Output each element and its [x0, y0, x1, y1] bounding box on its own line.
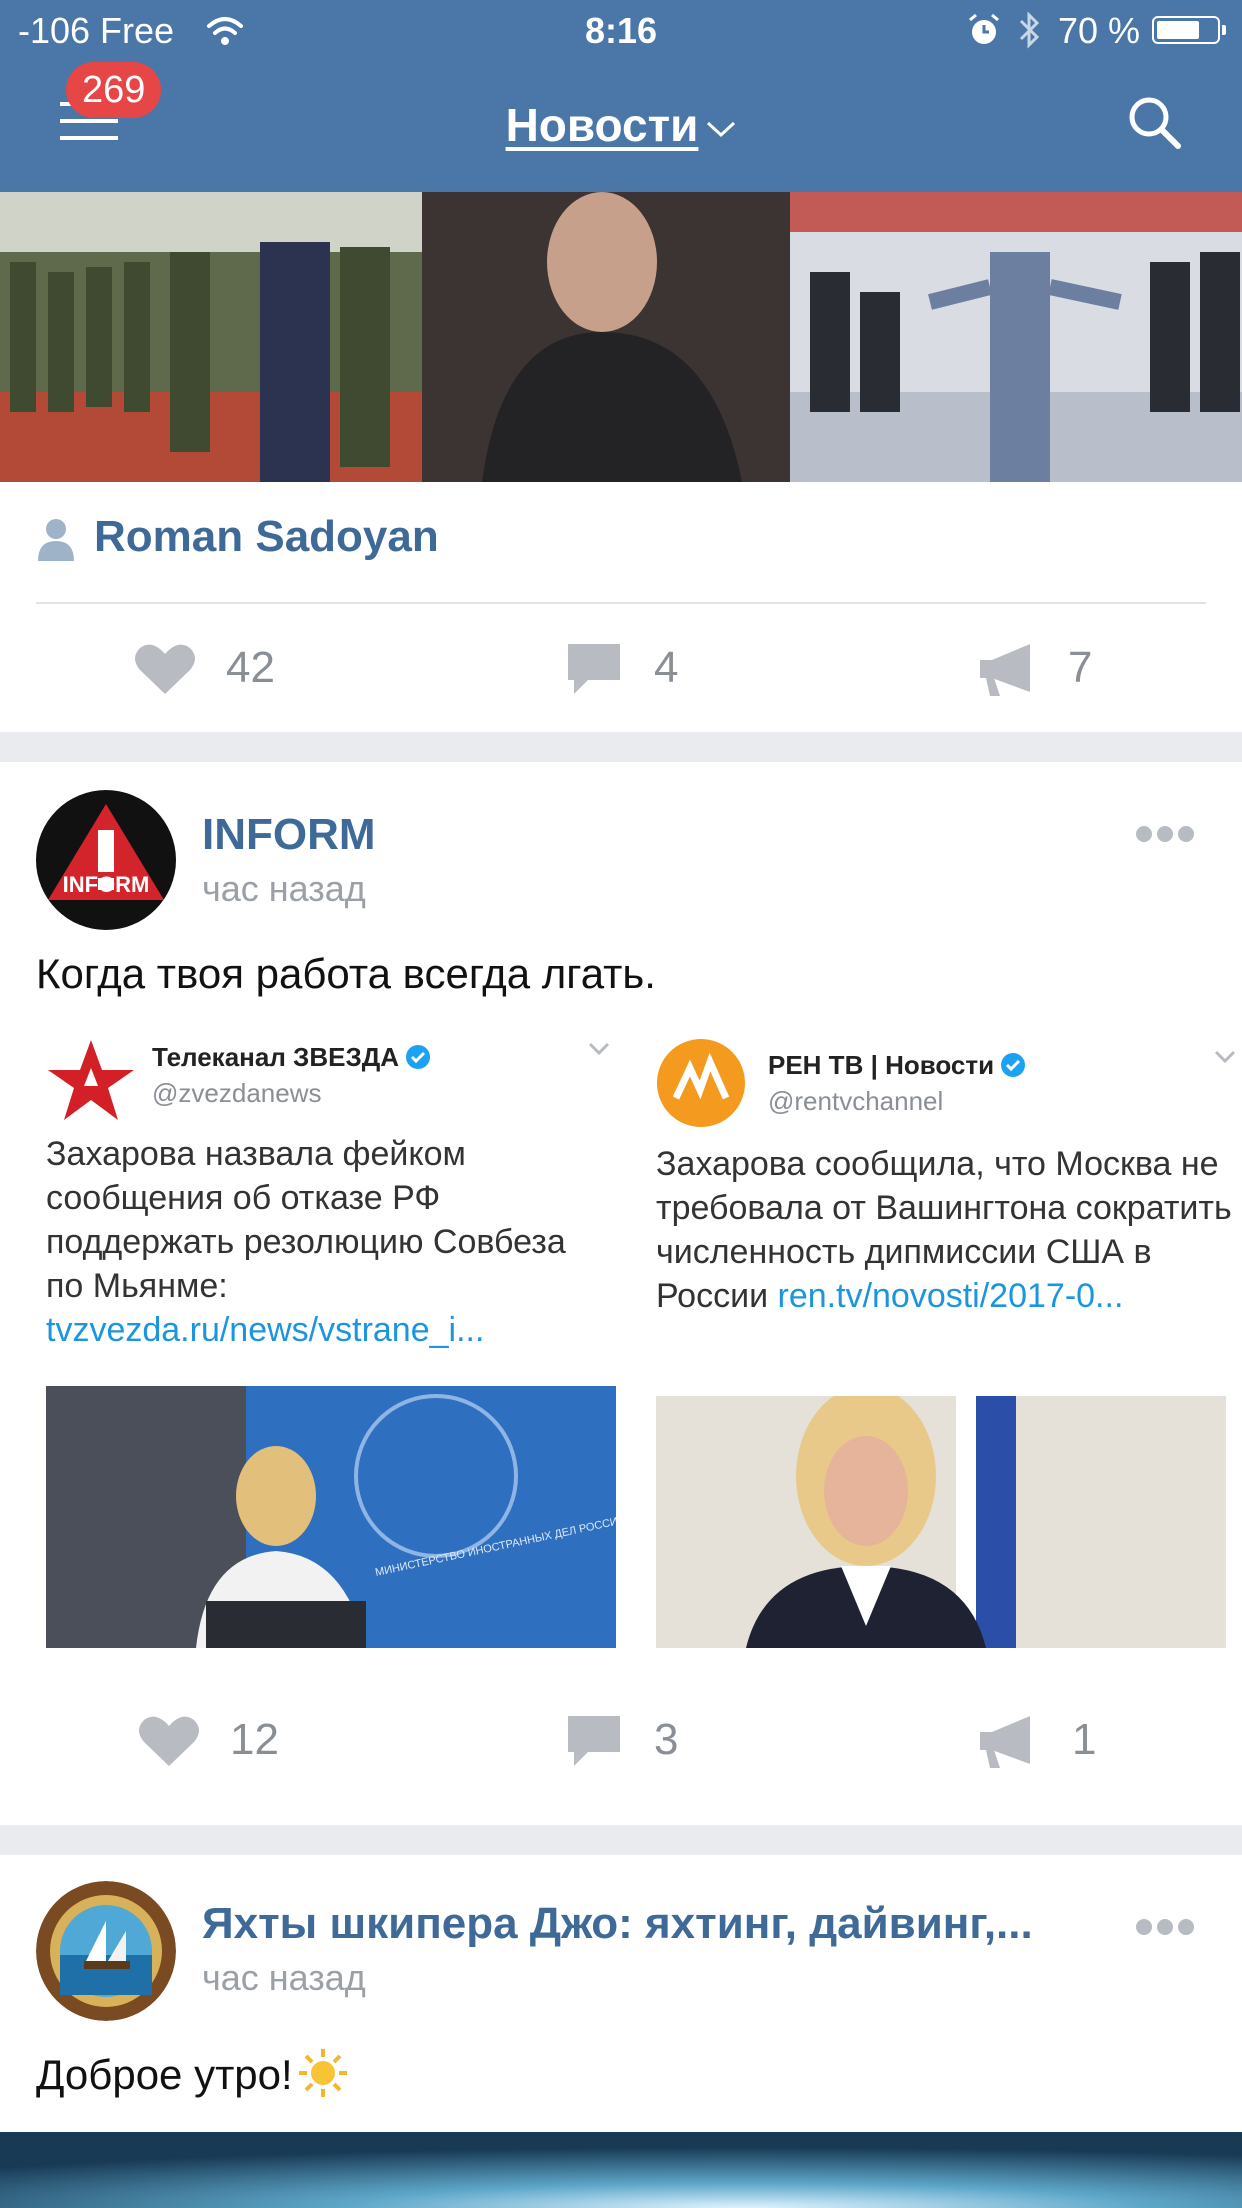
comment-button[interactable]: 4 [566, 628, 696, 708]
megaphone-icon [980, 1716, 1030, 1768]
post-author-link[interactable]: INFORM [202, 810, 1102, 860]
svg-text:INFORM: INFORM [63, 872, 150, 897]
photo-dancing[interactable] [790, 192, 1242, 482]
heart-icon [135, 644, 195, 694]
more-options-button[interactable] [1136, 824, 1194, 844]
comment-button[interactable]: 3 [566, 1700, 696, 1780]
search-icon[interactable] [1124, 92, 1184, 152]
bluetooth-icon [1019, 11, 1040, 49]
tweet-handle: @rentvchannel [768, 1086, 944, 1116]
more-dots-icon [1136, 1919, 1152, 1935]
press-briefing-photo: МИНИСТЕРСТВО ИНОСТРАННЫХ ДЕЛ РОССИЙСКОЙ … [46, 1386, 616, 1648]
sky-photo [0, 2132, 1242, 2208]
sun-emoji-icon [298, 2049, 347, 2097]
post-actions: 12 3 1 [0, 1700, 1242, 1780]
share-button[interactable]: 1 [978, 1700, 1108, 1780]
heart-icon [139, 1716, 199, 1766]
person-icon [38, 519, 74, 562]
post-card: INFORM INFORM час назад Когда твоя работ… [0, 762, 1242, 1825]
post-actions: 42 4 7 [0, 628, 1242, 708]
porthole-logo [36, 1881, 176, 2021]
post-text: Доброе утро! [36, 2047, 349, 2099]
post-card: Яхты шкипера Джо: яхтинг, дайвинг,... ча… [0, 1855, 1242, 2208]
like-button[interactable]: 42 [134, 628, 304, 708]
like-button[interactable]: 12 [138, 1700, 308, 1780]
clock-time: 8:16 [584, 10, 658, 51]
megaphone-icon [980, 644, 1030, 696]
tweet-author-name: РЕН ТВ | Новости [768, 1050, 1026, 1081]
chevron-down-icon [1214, 1050, 1236, 1064]
author-name: Roman Sadoyan [94, 512, 439, 561]
rentv-logo [657, 1039, 745, 1127]
share-count: 1 [1072, 1715, 1097, 1764]
tweet-author-name: Телеканал ЗВЕЗДА [152, 1042, 431, 1073]
inform-logo: INFORM [36, 790, 176, 930]
comment-count: 3 [654, 1715, 679, 1764]
feed-selector[interactable]: Новости [0, 98, 1242, 152]
post-timestamp: час назад [202, 868, 366, 909]
chevron-down-icon [707, 121, 736, 137]
comment-icon [568, 1716, 620, 1766]
tweet-screenshot-rentv[interactable]: РЕН ТВ | Новости @rentvchannel Захарова … [646, 1020, 1242, 1670]
post-timestamp: час назад [202, 1957, 366, 1998]
zvezda-star-logo [48, 1040, 134, 1120]
avatar[interactable]: INFORM [36, 790, 176, 930]
alarm-icon [969, 13, 999, 44]
battery-icon [1152, 16, 1226, 44]
share-button[interactable]: 7 [978, 628, 1108, 708]
comment-icon [568, 644, 620, 694]
post-text: Когда твоя работа всегда лгать. [36, 950, 656, 997]
photo-collage[interactable] [0, 192, 1242, 482]
tweet-image [656, 1396, 1226, 1648]
divider [36, 602, 1206, 604]
post-card: Roman Sadoyan 42 4 7 [0, 192, 1242, 732]
tweet-link: tvzvezda.ru/news/vstrane_i... [46, 1311, 485, 1349]
tweet-body: Захарова сообщила, что Москва не требова… [656, 1145, 1232, 1315]
portrait-photo [656, 1396, 1226, 1648]
photo-soldiers[interactable] [0, 192, 422, 482]
verified-icon [1001, 1053, 1026, 1077]
tweet-image: МИНИСТЕРСТВО ИНОСТРАННЫХ ДЕЛ РОССИЙСКОЙ … [46, 1386, 616, 1648]
tweet-screenshot-zvezda[interactable]: Телеканал ЗВЕЗДА @zvezdanews Захарова на… [36, 1020, 616, 1670]
post-photo[interactable] [0, 2132, 1242, 2208]
comment-count: 4 [654, 643, 679, 692]
tweet-link: ren.tv/novosti/2017-0... [777, 1277, 1124, 1315]
share-count: 7 [1068, 643, 1093, 692]
verified-icon [406, 1045, 431, 1069]
tweet-body: Захарова назвала фейком сообщения об отк… [46, 1135, 566, 1349]
like-count: 42 [226, 643, 275, 692]
top-navigation-bar: -106 Free 8:16 70 % 269 Новости [0, 0, 1242, 192]
more-options-button[interactable] [1136, 1917, 1194, 1937]
page-title: Новости [505, 99, 699, 151]
more-dots-icon [1136, 826, 1152, 842]
battery-percent: 70 % [1058, 10, 1141, 51]
like-count: 12 [230, 1715, 279, 1764]
status-bar: -106 Free 8:16 70 % [0, 0, 1242, 62]
post-author-link[interactable]: Яхты шкипера Джо: яхтинг, дайвинг,... [202, 1899, 1102, 1949]
avatar[interactable] [36, 1881, 176, 2021]
chevron-down-icon [588, 1042, 610, 1056]
photo-speaker[interactable] [422, 192, 790, 482]
tweet-handle: @zvezdanews [152, 1078, 322, 1108]
post-author-link[interactable]: Roman Sadoyan [36, 512, 439, 568]
